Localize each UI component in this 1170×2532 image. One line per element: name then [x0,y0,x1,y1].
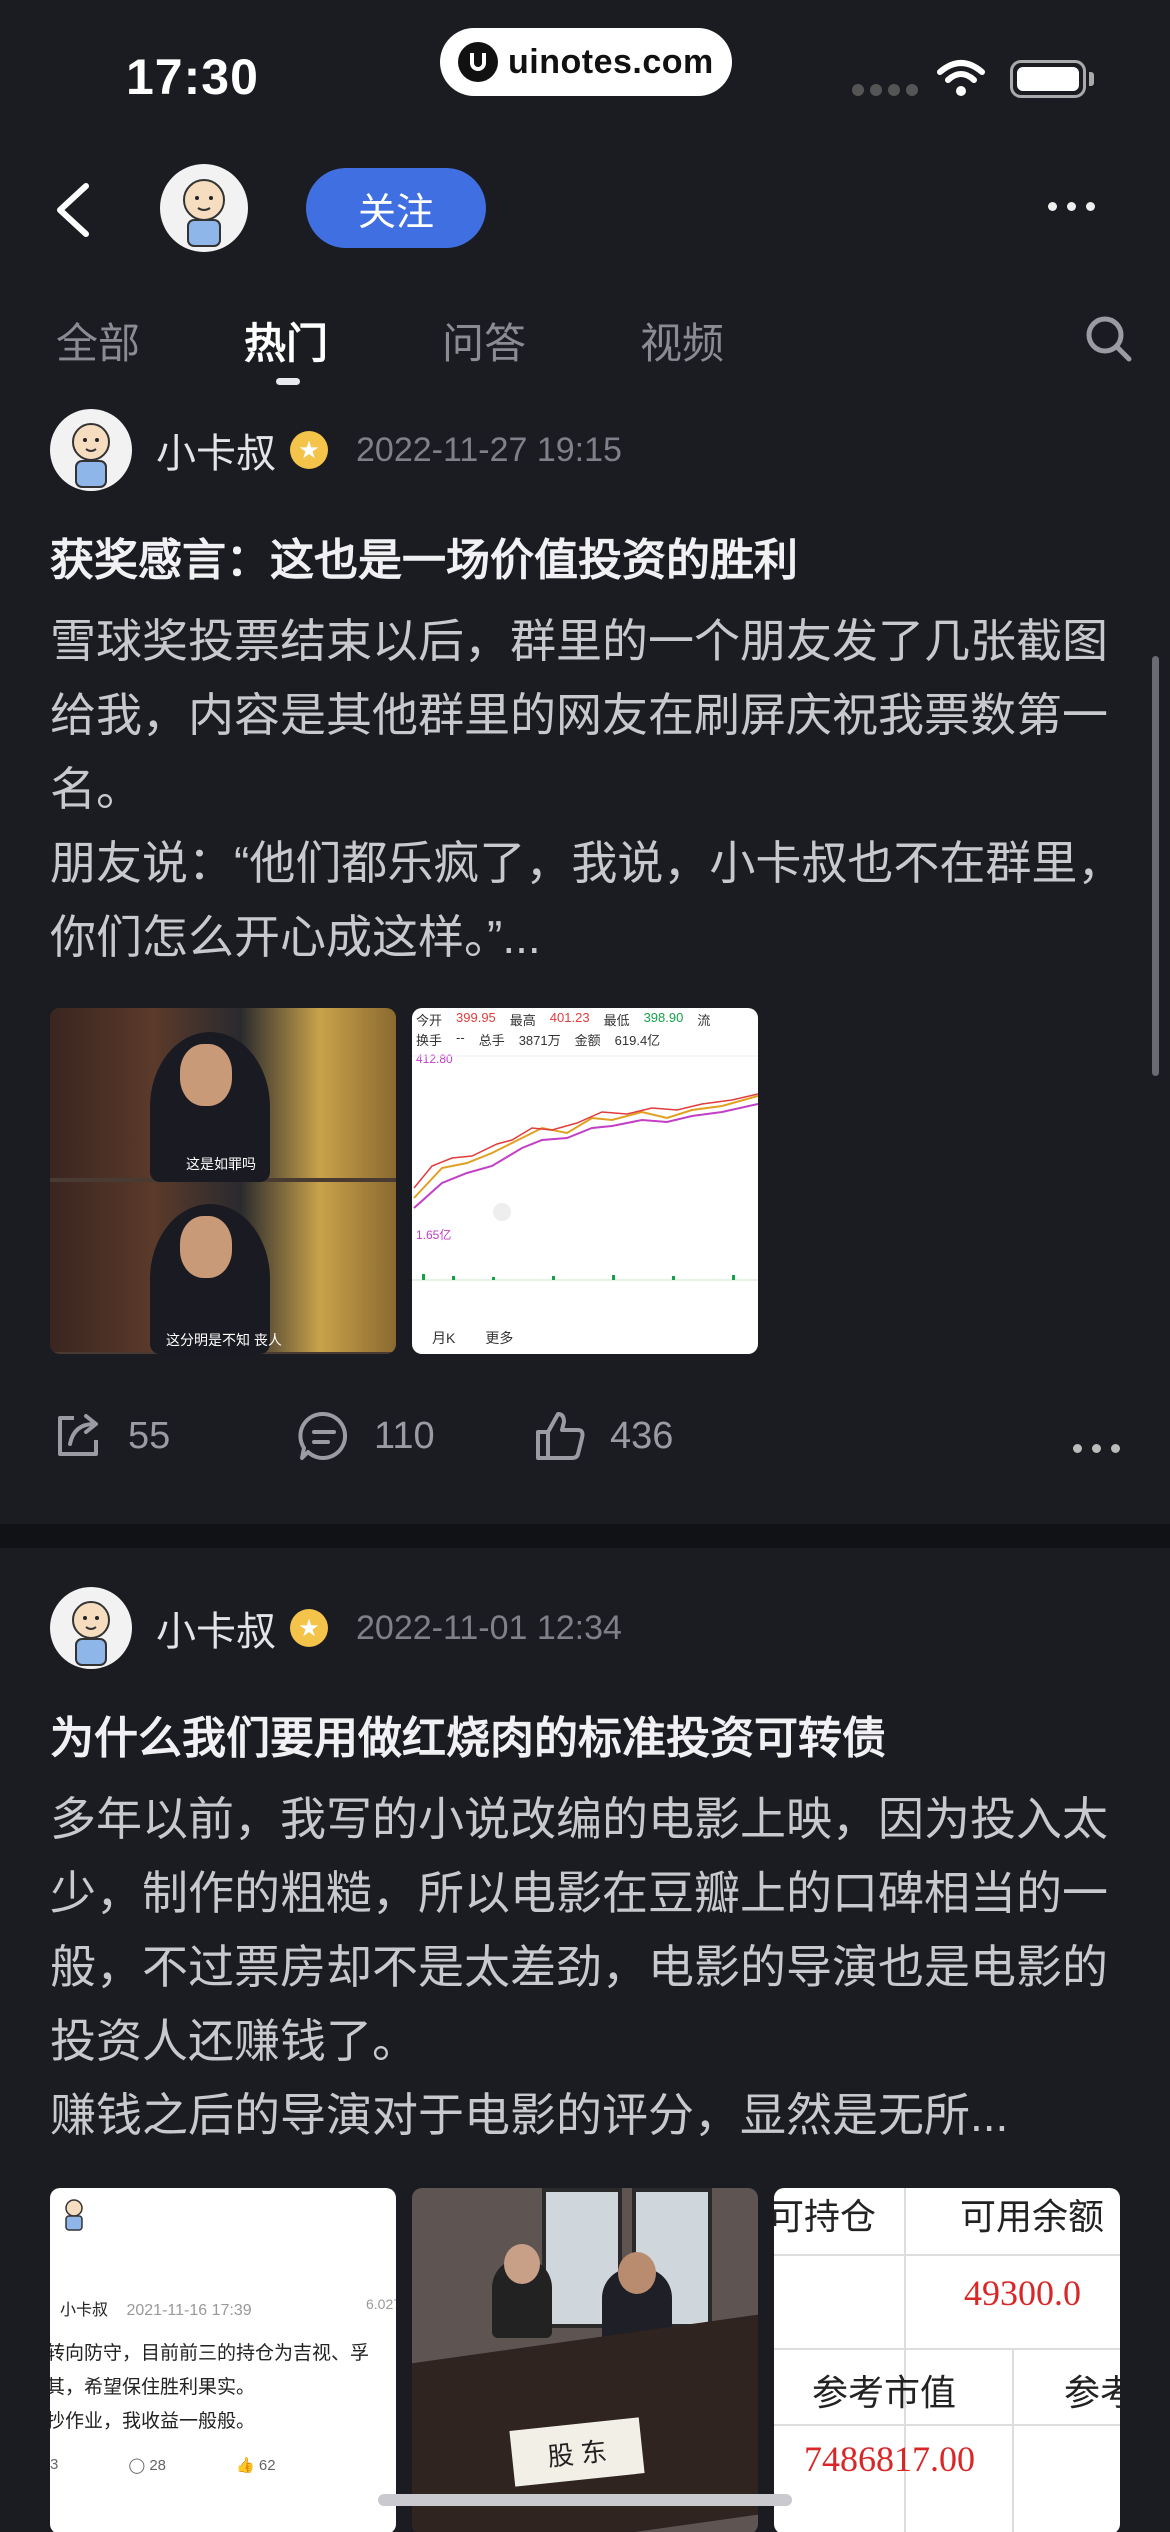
cartoon-avatar-icon [183,179,225,247]
share-count: 55 [128,1414,171,1457]
active-tab-indicator [276,378,300,385]
scrollbar[interactable] [1152,656,1159,1076]
back-chevron-icon[interactable] [50,180,96,240]
post-actions: 55 110 436 [50,1408,1120,1488]
post-body[interactable]: 雪球奖投票结束以后，群里的一个朋友发了几张截图给我，内容是其他群里的网友在刷屏庆… [50,604,1130,974]
status-time: 17:30 [126,49,259,105]
image-caption: 这分明是不知 丧人 [166,1332,282,1348]
search-icon[interactable] [1084,314,1134,364]
post-timestamp: 2022-11-27 19:15 [356,430,622,469]
ledger-header: 可用余额 [960,2196,1105,2237]
url-text: uinotes.com [508,42,714,81]
post-body[interactable]: 多年以前，我写的小说改编的电影上映，因为投入太少，制作的粗糙，所以电影在豆瓣上的… [50,1782,1130,2152]
cartoon-avatar-icon [72,423,110,488]
like-count: 436 [610,1414,674,1457]
comment-icon [298,1411,348,1460]
url-pill[interactable]: uinotes.com [440,28,732,96]
battery-tip [1089,72,1094,86]
ledger-header: 参考 [1064,2372,1120,2413]
follow-button[interactable]: 关注 [306,168,486,248]
author-name[interactable]: 小卡叔 [156,1599,276,1657]
share-icon [58,1414,98,1456]
ledger-header: 参考市值 [812,2372,957,2413]
screenshot-text: 其，希望保住胜利果实。 [50,2377,256,2398]
post-header: 小卡叔 ★ 2022-11-27 19:15 [50,408,622,492]
ledger-value: 7486817.00 [804,2439,975,2479]
post-more-icon[interactable] [1073,1444,1120,1453]
site-logo-icon [458,42,498,82]
screenshot-stats: 3 ◯ 28 👍 62 [50,2456,276,2474]
battery-icon [1010,60,1086,98]
author-avatar[interactable] [50,1587,132,1669]
tab-qa[interactable]: 问答 [442,310,526,371]
wifi-icon [937,60,985,96]
post-images: 这是如罪吗 这分明是不知 丧人 今开 399.95 最高 401.23 最低 3… [50,1008,758,1354]
avatar[interactable] [160,164,248,252]
tab-video[interactable]: 视频 [640,310,724,371]
cartoon-avatar-icon [72,1601,110,1666]
image-thumbnail[interactable]: 今开 399.95 最高 401.23 最低 398.90 流 换手 -- 总手… [412,1008,758,1354]
tab-bar: 全部 热门 问答 视频 [0,300,1170,400]
tab-all[interactable]: 全部 [56,310,140,371]
nav-bar: 关注 [0,150,1170,266]
screenshot-count: 6.027 [366,2296,396,2312]
cellular-signal-icon [852,84,918,96]
stock-quote-row: 换手 -- 总手 3871万 金额 619.4亿 [416,1030,661,1048]
stock-chart-icon [412,1055,758,1281]
image-caption: 这是如罪吗 [186,1156,256,1172]
post-divider [0,1524,1170,1548]
comment-count: 110 [374,1414,435,1457]
more-options-icon[interactable] [1048,202,1095,211]
post-title[interactable]: 获奖感言：这也是一场价值投资的胜利 [50,524,798,588]
screenshot-text: 抄作业，我收益一般般。 [50,2411,256,2432]
author-avatar[interactable] [50,409,132,491]
image-thumbnail[interactable]: 股 东 [412,2188,758,2532]
post-timestamp: 2022-11-01 12:34 [356,1608,622,1647]
verified-badge-icon: ★ [290,1609,328,1647]
status-bar: 17:30 uinotes.com [0,0,1170,140]
thumbs-up-icon [536,1412,585,1460]
screenshot-text: 转向防守，目前前三的持仓为吉视、孚 [50,2343,370,2364]
comment-button[interactable]: 110 [296,1408,435,1464]
screenshot-author: 小卡叔 2021-11-16 17:39 [60,2302,252,2319]
post-card[interactable]: 小卡叔 ★ 2022-11-01 12:34 为什么我们要用做红烧肉的标准投资可… [0,1586,1170,2532]
post-title[interactable]: 为什么我们要用做红烧肉的标准投资可转债 [50,1702,886,1766]
home-indicator[interactable] [378,2494,792,2506]
image-thumbnail[interactable]: 小卡叔 2021-11-16 17:39 6.027 转向防守，目前前三的持仓为… [50,2188,396,2532]
author-name[interactable]: 小卡叔 [156,421,276,479]
post-images: 小卡叔 2021-11-16 17:39 6.027 转向防守，目前前三的持仓为… [50,2188,1120,2532]
image-thumbnail[interactable]: 这是如罪吗 这分明是不知 丧人 [50,1008,396,1354]
verified-badge-icon: ★ [290,431,328,469]
share-button[interactable]: 55 [50,1408,170,1464]
post-card[interactable]: 小卡叔 ★ 2022-11-27 19:15 获奖感言：这也是一场价值投资的胜利… [0,408,1170,1508]
ledger-header: 可持仓 [774,2196,877,2237]
like-button[interactable]: 436 [532,1408,673,1464]
ledger-value: 49300.0 [964,2273,1081,2313]
stock-chart-footer: 月K 更多 [432,1330,514,1346]
post-header: 小卡叔 ★ 2022-11-01 12:34 [50,1586,622,1670]
image-thumbnail[interactable]: 可持仓 可用余额 49300.0 参考市值 参考 7486817.00 [774,2188,1120,2532]
stock-quote-row: 今开 399.95 最高 401.23 最低 398.90 流 [416,1010,711,1028]
tab-hot[interactable]: 热门 [244,310,328,371]
cartoon-avatar-icon [65,2199,83,2231]
